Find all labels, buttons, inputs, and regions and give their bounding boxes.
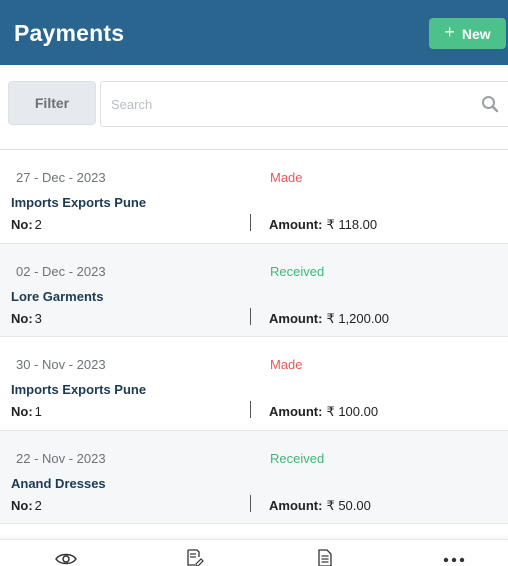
payment-status: Received bbox=[270, 450, 325, 466]
search-input[interactable] bbox=[101, 82, 461, 126]
amount-value: ₹ 50.00 bbox=[326, 497, 371, 513]
payment-date: 02 - Dec - 2023 bbox=[16, 263, 106, 279]
payment-row[interactable]: 22 - Nov - 2023 Received Anand Dresses N… bbox=[0, 430, 508, 524]
party-name: Imports Exports Pune bbox=[11, 382, 147, 397]
payment-amount: Amount: ₹ 50.00 bbox=[269, 498, 371, 514]
number-value: 3 bbox=[34, 310, 42, 326]
search-icon[interactable] bbox=[481, 95, 499, 113]
payment-number: No: 2 bbox=[11, 217, 42, 232]
amount-label: Amount: bbox=[269, 217, 323, 232]
payment-row[interactable]: 27 - Dec - 2023 Made Imports Exports Pun… bbox=[0, 150, 508, 244]
filter-button[interactable]: Filter bbox=[8, 81, 96, 125]
payment-amount: Amount: ₹ 118.00 bbox=[269, 217, 377, 233]
number-label: No: bbox=[11, 404, 33, 419]
payment-row[interactable]: 30 - Nov - 2023 Made Imports Exports Pun… bbox=[0, 337, 508, 431]
payment-status: Received bbox=[270, 263, 325, 279]
amount-value: ₹ 1,200.00 bbox=[326, 310, 389, 326]
divider bbox=[250, 494, 251, 512]
divider bbox=[250, 307, 251, 325]
payment-date: 22 - Nov - 2023 bbox=[16, 450, 106, 466]
search-box bbox=[100, 81, 508, 127]
payment-amount: Amount: ₹ 1,200.00 bbox=[269, 311, 389, 327]
amount-label: Amount: bbox=[269, 497, 323, 513]
divider bbox=[250, 214, 251, 231]
party-name: Imports Exports Pune bbox=[11, 195, 147, 210]
page-title: Payments bbox=[14, 20, 125, 46]
new-payment-button[interactable]: + New bbox=[429, 18, 506, 49]
document-edit-icon[interactable] bbox=[186, 549, 204, 566]
payment-number: No: 2 bbox=[11, 498, 42, 513]
more-icon[interactable] bbox=[443, 557, 465, 563]
payment-date: 30 - Nov - 2023 bbox=[16, 357, 106, 372]
eye-icon[interactable] bbox=[55, 552, 77, 566]
app-header: Payments + New bbox=[0, 0, 508, 65]
number-label: No: bbox=[11, 310, 33, 326]
amount-label: Amount: bbox=[269, 310, 323, 326]
payment-number: No: 3 bbox=[11, 311, 42, 326]
party-name: Lore Garments bbox=[11, 288, 104, 304]
payment-status: Made bbox=[270, 170, 303, 185]
amount-label: Amount: bbox=[269, 404, 323, 419]
party-name: Anand Dresses bbox=[11, 475, 106, 491]
number-value: 1 bbox=[34, 404, 42, 419]
bottom-nav bbox=[0, 539, 508, 566]
payment-status: Made bbox=[270, 357, 303, 372]
payment-amount: Amount: ₹ 100.00 bbox=[269, 404, 378, 420]
payment-number: No: 1 bbox=[11, 404, 42, 419]
divider bbox=[250, 401, 251, 418]
toolbar: Filter bbox=[0, 65, 508, 150]
plus-icon: + bbox=[444, 22, 455, 42]
new-button-label: New bbox=[461, 25, 491, 42]
payment-row[interactable]: 02 - Dec - 2023 Received Lore Garments N… bbox=[0, 243, 508, 337]
number-value: 2 bbox=[34, 497, 42, 513]
amount-value: ₹ 118.00 bbox=[326, 217, 378, 232]
payments-list: 27 - Dec - 2023 Made Imports Exports Pun… bbox=[0, 150, 508, 524]
number-label: No: bbox=[11, 217, 33, 232]
number-label: No: bbox=[11, 497, 33, 513]
payment-date: 27 - Dec - 2023 bbox=[16, 170, 106, 185]
number-value: 2 bbox=[34, 217, 42, 232]
amount-value: ₹ 100.00 bbox=[326, 404, 379, 419]
document-icon[interactable] bbox=[318, 549, 332, 566]
